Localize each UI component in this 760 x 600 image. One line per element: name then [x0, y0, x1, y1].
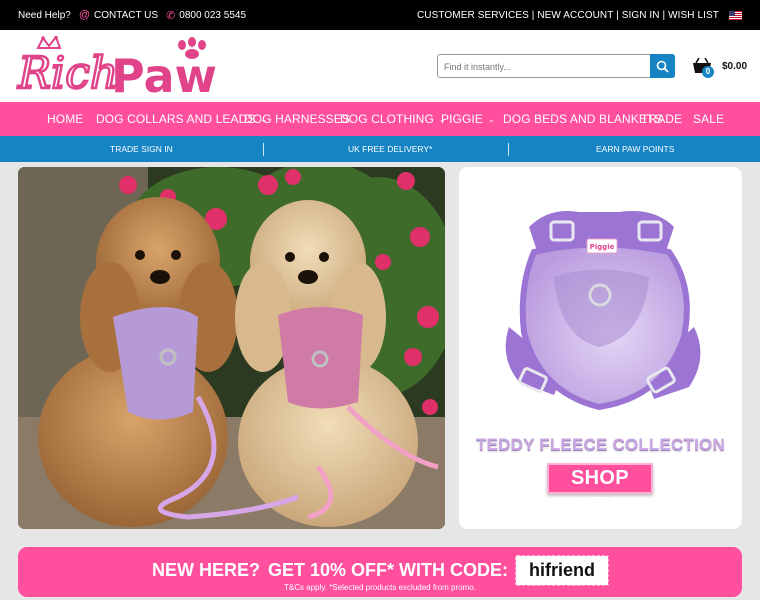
hero-dogs-photo[interactable] — [18, 167, 445, 529]
search-button[interactable] — [650, 54, 675, 78]
svg-text:Piggie: Piggie — [590, 243, 615, 251]
top-bar: Need Help? @ CONTACT US ✆ 0800 023 5545 … — [0, 0, 760, 30]
nav-dog-harnesses[interactable]: DOG HARNESSES — [244, 102, 350, 136]
richpaw-logo[interactable]: Rich Paw — [16, 36, 226, 98]
cart-button[interactable]: 0 $0.00 — [690, 54, 748, 80]
purple-harness-image: Piggie — [505, 211, 701, 411]
phone-icon: ✆ — [166, 9, 176, 22]
phone-link[interactable]: ✆ 0800 023 5545 — [166, 9, 246, 22]
search-input[interactable] — [444, 59, 644, 74]
cart-total: $0.00 — [722, 61, 748, 72]
account-links[interactable]: CUSTOMER SERVICES | NEW ACCOUNT | SIGN I… — [417, 10, 719, 21]
shop-new-button[interactable]: SHOP NEW — [547, 463, 653, 516]
nav-dog-beds-and-blankets[interactable]: DOG BEDS AND BLANKETS — [503, 102, 662, 136]
search-box — [437, 54, 675, 78]
nav-sale[interactable]: SALE — [693, 102, 724, 136]
info-strip: TRADE SIGN IN UK FREE DELIVERY* EARN PAW… — [0, 136, 760, 162]
trade-sign-in-link[interactable]: TRADE SIGN IN — [110, 136, 173, 162]
teddy-fleece-promo-card[interactable]: Piggie TEDDY FLEECE COLLECTION SHOP NEW — [459, 167, 742, 529]
collection-title: TEDDY FLEECE COLLECTION — [476, 435, 725, 454]
us-flag-icon[interactable] — [729, 10, 742, 20]
at-sign-icon: @ — [78, 9, 90, 21]
divider — [263, 143, 264, 156]
cart-count-badge: 0 — [702, 66, 714, 78]
nav-home[interactable]: HOME — [47, 102, 83, 136]
need-help-label: Need Help? — [18, 9, 71, 21]
banner-lead: NEW HERE? — [151, 560, 260, 580]
banner-offer: GET 10% OFF* WITH CODE: — [267, 560, 508, 580]
nav-trade[interactable]: TRADE — [641, 102, 682, 136]
nav-dog-collars-and-leads[interactable]: DOG COLLARS AND LEADS ⌄ — [96, 102, 267, 136]
search-icon — [656, 60, 669, 73]
earn-paw-points-link[interactable]: EARN PAW POINTS — [596, 136, 674, 162]
promo-code[interactable]: hifriend — [515, 555, 609, 586]
banner-fine-print: T&Cs apply. *Selected products excluded … — [284, 583, 476, 592]
svg-text:Rich: Rich — [17, 48, 118, 98]
contact-us-link[interactable]: @ CONTACT US — [79, 9, 158, 21]
discount-banner[interactable]: NEW HERE? GET 10% OFF* WITH CODE: hifrie… — [18, 547, 742, 597]
uk-free-delivery-link[interactable]: UK FREE DELIVERY* — [348, 136, 432, 162]
chevron-down-icon: ⌄ — [487, 114, 495, 124]
divider — [508, 143, 509, 156]
dogs-in-harnesses-image — [18, 167, 445, 529]
main-nav: HOME DOG COLLARS AND LEADS ⌄ DOG HARNESSE… — [0, 102, 760, 136]
svg-text:Paw: Paw — [111, 49, 217, 98]
nav-dog-clothing[interactable]: DOG CLOTHING ⌄ — [340, 102, 446, 136]
site-header: Rich Paw 0 $0.00 — [0, 30, 760, 102]
nav-piggie[interactable]: PIGGIE ⌄ — [441, 102, 495, 136]
